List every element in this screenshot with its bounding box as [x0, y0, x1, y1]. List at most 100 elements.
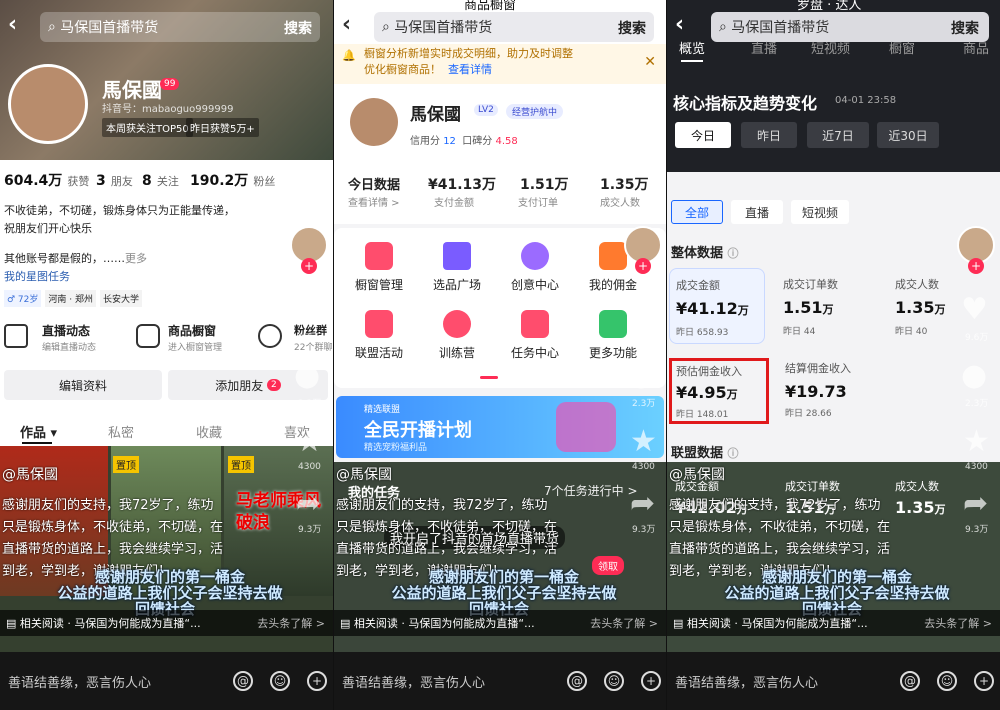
task-count-link[interactable]: 7个任务进行中 > — [544, 482, 638, 499]
at-icon[interactable]: @ — [900, 671, 920, 691]
overall-title: 整体数据 ⓘ — [671, 242, 739, 261]
emoji-icon[interactable]: ☺ — [604, 671, 624, 691]
back-icon[interactable]: ‹ — [8, 12, 17, 37]
likes-tag[interactable]: 昨日获赞5万+ — [186, 118, 259, 137]
page-indicator — [480, 376, 498, 379]
edit-profile-button[interactable]: 编辑资料 — [4, 370, 162, 400]
comment-input[interactable]: 善语结善缘，恶言伤人心 — [675, 672, 818, 691]
live-dynamic-entry[interactable]: 直播动态 编辑直播动态 — [4, 320, 134, 356]
tool-showcase-manage[interactable]: 橱窗管理 — [344, 242, 414, 293]
metric-settled-commission[interactable]: 结算佣金收入 ¥19.73 昨日 28.66 — [779, 356, 889, 422]
search-button[interactable]: 搜索 — [618, 18, 646, 38]
notice-bar: 🔔 橱窗分析新增实时成交明细，助力及时调整 优化橱窗商品！ 查看详情 ✕ — [334, 44, 666, 84]
help-icon[interactable]: ⓘ — [728, 247, 739, 260]
back-icon[interactable]: ‹ — [342, 12, 351, 37]
stat-following[interactable]: 8 关注 — [142, 170, 179, 189]
star-icon[interactable]: ★ — [630, 424, 657, 459]
plus-icon[interactable]: + — [974, 671, 994, 691]
close-icon[interactable]: ✕ — [644, 54, 656, 70]
heart-icon[interactable]: ♥ — [628, 292, 655, 327]
related-reading-bar[interactable]: ▤ 相关阅读 · 马保国为何能成为直播“...去头条了解 > — [667, 610, 1000, 636]
filter-short-video[interactable]: 短视频 — [791, 200, 849, 224]
search-input[interactable]: ⌕ 马保国首播带货 — [40, 12, 320, 42]
desc-line: 只是锻炼身体，不收徒弟，不切磋，在 — [669, 516, 890, 535]
bio-more-link[interactable]: 更多 — [125, 252, 147, 265]
avatar[interactable] — [8, 64, 88, 144]
star-task-link[interactable]: 我的星图任务 — [4, 268, 235, 286]
tool-task-center[interactable]: 任务中心 — [500, 310, 570, 361]
related-reading-bar[interactable]: ▤ 相关阅读 · 马保国为何能成为直播“...去头条了解 > — [334, 610, 666, 636]
comment-bar[interactable]: 善语结善缘，恶言伤人心 @ ☺ + — [334, 652, 666, 710]
promo-banner[interactable]: 精选联盟 全民开播计划 精选宠粉福利品 — [336, 396, 664, 458]
showcase-entry[interactable]: 商品橱窗 进入橱窗管理 — [136, 320, 256, 356]
help-icon[interactable]: ⓘ — [728, 447, 739, 460]
comment-input[interactable]: 善语结善缘，恶言伤人心 — [8, 672, 151, 691]
tab-products[interactable]: 商品 — [963, 38, 989, 57]
tool-alliance-activity[interactable]: 联盟活动 — [344, 310, 414, 361]
article-icon: ▤ — [673, 617, 687, 630]
at-icon[interactable]: @ — [567, 671, 587, 691]
follow-plus-icon[interactable]: + — [301, 258, 317, 274]
tab-overview[interactable]: 概览 — [679, 38, 705, 57]
share-icon[interactable]: ➦ — [963, 486, 988, 521]
heart-icon[interactable]: ♥ — [294, 292, 321, 327]
notice-detail-link[interactable]: 查看详情 — [448, 63, 492, 76]
rank-tag[interactable]: 本周获关注TOP50 — [102, 118, 193, 137]
comment-icon[interactable]: ● — [294, 358, 320, 393]
plus-icon[interactable]: + — [307, 671, 327, 691]
metric-gmv[interactable]: 成交金额 ¥41.12万 昨日 658.93 — [669, 268, 765, 344]
desc-line: 感谢朋友们的支持，我72岁了，练功 — [2, 494, 214, 513]
search-button[interactable]: 搜索 — [284, 18, 312, 38]
desc-line: 只是锻炼身体，不收徒弟，不切磋，在 — [336, 516, 557, 535]
tool-selection-plaza[interactable]: 选品广场 — [422, 242, 492, 293]
search-button[interactable]: 搜索 — [951, 18, 979, 38]
tab-favorites[interactable]: 收藏 — [196, 422, 222, 441]
share-icon[interactable]: ➦ — [630, 486, 655, 521]
related-reading-bar[interactable]: ▤ 相关阅读 · 马保国为何能成为直播“...去头条了解 > — [0, 610, 333, 636]
emoji-icon[interactable]: ☺ — [937, 671, 957, 691]
author-handle[interactable]: @馬保國 — [2, 464, 58, 484]
range-30d[interactable]: 近30日 — [877, 122, 939, 148]
follow-plus-icon[interactable]: + — [968, 258, 984, 274]
emoji-icon[interactable]: ☺ — [270, 671, 290, 691]
cart-icon — [443, 242, 471, 270]
share-icon[interactable]: ➦ — [296, 486, 321, 521]
avatar[interactable] — [350, 98, 398, 146]
comment-icon[interactable]: ● — [961, 358, 987, 393]
comment-bar[interactable]: 善语结善缘，恶言伤人心 @ ☺ + — [0, 652, 333, 710]
filter-live[interactable]: 直播 — [731, 200, 783, 224]
tab-live[interactable]: 直播 — [751, 38, 777, 57]
metric-orders[interactable]: 成交订单数 1.51万 昨日 44 — [777, 268, 877, 344]
plus-icon[interactable]: + — [641, 671, 661, 691]
tool-training[interactable]: 训练营 — [422, 310, 492, 361]
filter-all[interactable]: 全部 — [671, 200, 723, 224]
tab-works[interactable]: 作品 ▾ — [20, 422, 57, 441]
alliance-buyers: 1.35万 — [895, 498, 945, 517]
stat-likes[interactable]: 604.4万 获赞 — [4, 170, 89, 190]
comment-bar[interactable]: 善语结善缘，恶言伤人心 @ ☺ + — [667, 652, 1000, 710]
range-7d[interactable]: 近7日 — [807, 122, 869, 148]
back-icon[interactable]: ‹ — [675, 12, 684, 37]
author-handle[interactable]: @馬保國 — [669, 464, 725, 484]
heart-icon[interactable]: ♥ — [961, 292, 988, 327]
tab-showcase[interactable]: 橱窗 — [889, 38, 915, 57]
author-handle[interactable]: @馬保國 — [336, 464, 392, 484]
range-today[interactable]: 今日 — [675, 122, 731, 148]
stat-friends[interactable]: 3 朋友 — [96, 170, 133, 189]
tool-creative-center[interactable]: 创意中心 — [500, 242, 570, 293]
tab-private[interactable]: 私密 — [108, 422, 134, 441]
search-input[interactable]: ⌕ 马保国首播带货 — [374, 12, 654, 42]
comment-icon[interactable]: ● — [628, 358, 654, 393]
range-yesterday[interactable]: 昨日 — [741, 122, 797, 148]
pinned-badge: 置顶 — [228, 456, 254, 473]
stat-followers[interactable]: 190.2万 粉丝 — [190, 170, 275, 190]
level-badge: 99 — [160, 78, 179, 90]
tab-short-video[interactable]: 短视频 — [811, 38, 850, 57]
star-icon[interactable]: ★ — [296, 424, 323, 459]
follow-plus-icon[interactable]: + — [635, 258, 651, 274]
metric-est-commission[interactable]: 预估佣金收入 ¥4.95万 昨日 148.01 — [669, 358, 769, 424]
star-icon[interactable]: ★ — [963, 424, 990, 459]
view-detail-link[interactable]: 查看详情 > — [348, 194, 400, 209]
comment-input[interactable]: 善语结善缘，恶言伤人心 — [342, 672, 485, 691]
at-icon[interactable]: @ — [233, 671, 253, 691]
